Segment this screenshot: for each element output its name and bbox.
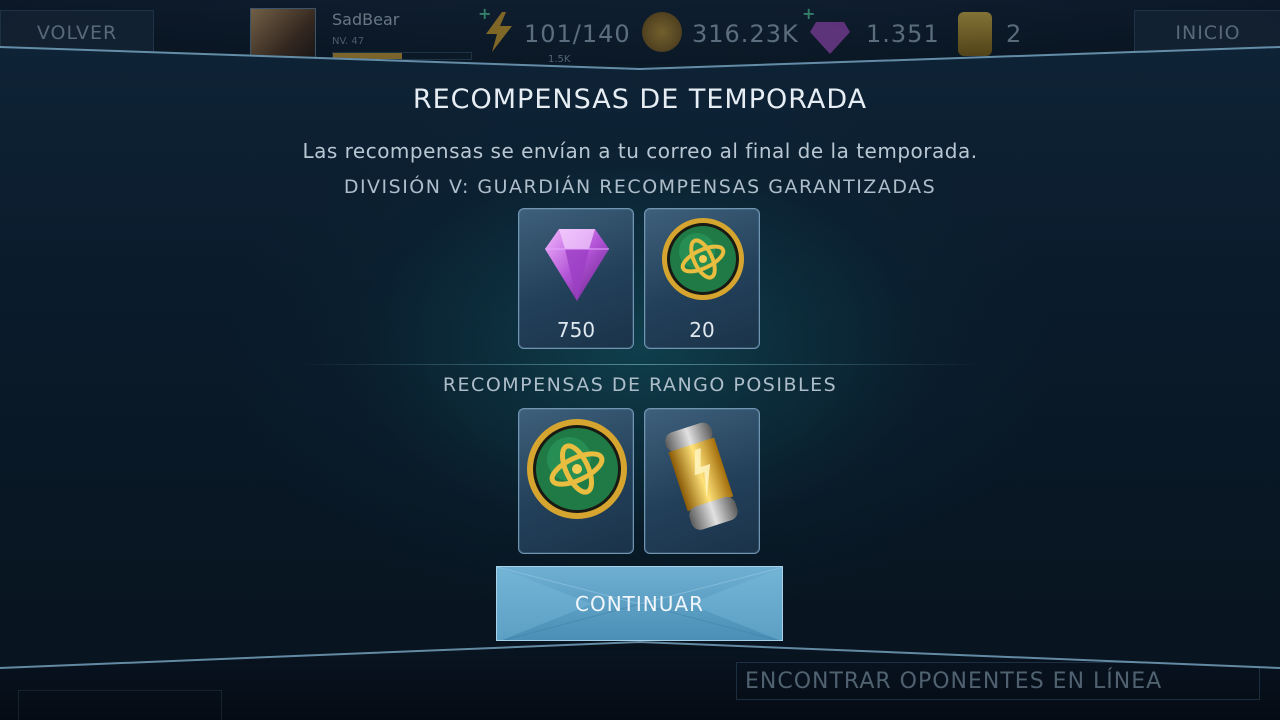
gem-icon: [545, 229, 609, 301]
game-screen: VOLVER SadBear NV. 47 1.5K + 101/140 316…: [0, 0, 1280, 720]
player-name: SadBear: [332, 10, 400, 29]
modal-top-edge: [0, 46, 1280, 71]
gold-card-pack-icon: [665, 422, 738, 530]
card-value: 2: [1006, 20, 1023, 48]
rank-rewards-heading: RECOMPENSAS DE RANGO POSIBLES: [442, 374, 838, 396]
guaranteed-rewards-heading: DIVISIÓN V: GUARDIÁN RECOMPENSAS GARANTI…: [343, 176, 937, 198]
reward-tile-arena-coin[interactable]: 20: [644, 208, 760, 349]
section-divider: [296, 364, 984, 365]
energy-value: 101/140: [524, 20, 631, 48]
arena-coin-icon: [527, 419, 627, 519]
reward-tile-gems[interactable]: 750: [518, 208, 634, 349]
reward-tile-gold-card-pack[interactable]: [644, 408, 760, 554]
modal-title: RECOMPENSAS DE TEMPORADA: [412, 84, 868, 115]
background-panel: [18, 690, 222, 720]
reward-quantity: 20: [689, 318, 715, 342]
modal-bottom-edge: [0, 640, 1280, 669]
continue-button[interactable]: CONTINUAR: [496, 566, 783, 641]
gem-value: 1.351: [866, 20, 940, 48]
reward-quantity: 750: [556, 318, 596, 342]
arena-coin-icon: [662, 218, 744, 300]
coin-value: 316.23K: [692, 20, 799, 48]
reward-tile-arena-coin-rank[interactable]: [518, 408, 634, 554]
continue-label: CONTINUAR: [575, 591, 704, 616]
modal-subtitle: Las recompensas se envían a tu correo al…: [302, 139, 978, 163]
